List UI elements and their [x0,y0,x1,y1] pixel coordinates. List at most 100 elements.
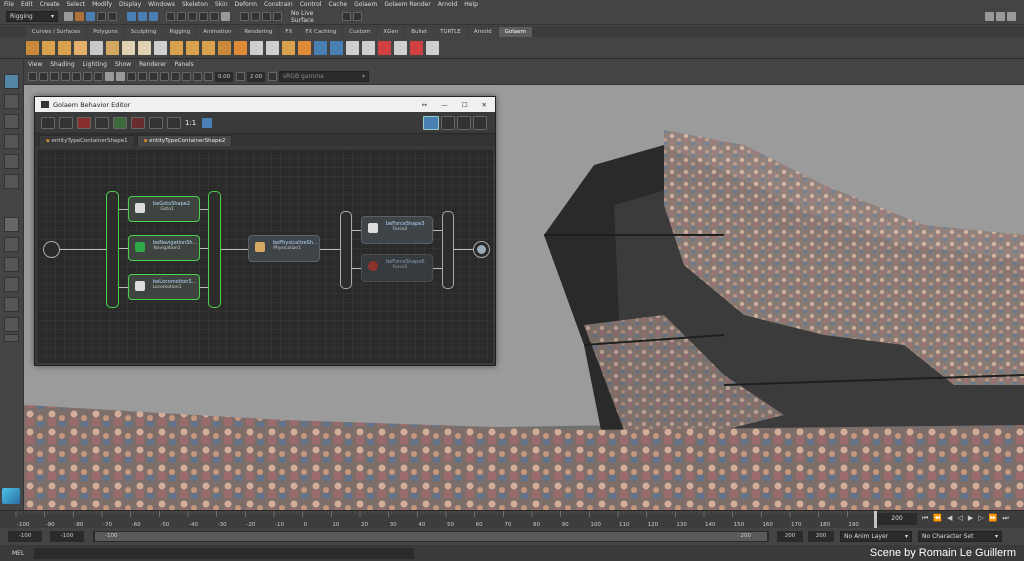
view-graph-icon[interactable] [423,115,439,130]
anti-aliasing-icon[interactable] [160,72,169,81]
frame-selected-icon[interactable] [167,116,181,129]
skeleton-icon[interactable] [122,40,135,55]
time-ruler[interactable]: -100 -90 -80 -70 -60 -50 -40 -30 -20 -10 0 10 20 30 40… [12,511,877,529]
four-pane-layout-icon[interactable] [4,237,19,252]
parallel-operator-start[interactable] [340,211,352,289]
menu-edit[interactable]: Edit [21,1,33,8]
stop-icon[interactable] [131,116,145,129]
layout-tool-icon[interactable] [218,40,231,55]
end-time-field[interactable]: 200 [808,531,834,542]
panel-menu-show[interactable]: Show [115,61,131,68]
character-icon[interactable] [346,40,359,55]
parallel-operator-end[interactable] [442,211,454,289]
shelf-tab-bullet[interactable]: Bullet [405,27,434,37]
behavior-node-navigation[interactable]: beNavigationSh... Navigation1 [128,235,200,261]
shelf-tab-polygons[interactable]: Polygons [87,27,124,37]
redo-icon[interactable] [108,12,117,21]
go-to-start-icon[interactable]: ⏮ [922,514,928,523]
maximize-icon[interactable]: ☐ [462,101,468,109]
behavior-node-force-3[interactable]: beForceShape3 Force2 [361,216,433,244]
magnet-icon[interactable] [221,12,230,21]
shelf-tab-fx[interactable]: FX [279,27,299,37]
behavior-node-goto[interactable]: beGotoShape2 Goto1 [128,196,200,222]
command-input[interactable] [34,547,415,559]
shelf-tab-sculpting[interactable]: Sculpting [124,27,163,37]
shelf-tab-rendering[interactable]: Rendering [238,27,279,37]
navmesh-icon[interactable] [74,40,87,55]
entity-type-icon[interactable] [138,40,151,55]
color-management-icon[interactable] [268,72,277,81]
view-attributes-icon[interactable] [441,115,455,130]
terrain-icon[interactable] [282,40,295,55]
layout-graph-icon[interactable] [113,116,127,129]
behavior-editor-icon[interactable] [154,40,167,55]
paint-select-icon[interactable] [4,114,19,129]
snap-surface-icon[interactable] [210,12,219,21]
step-back-key-icon[interactable]: ⏪ [933,514,942,523]
bookmarks-icon[interactable] [39,72,48,81]
graph-start-node[interactable] [43,241,60,258]
shelf-tab-turtle[interactable]: TURTLE [434,27,467,37]
behavior-editor-titlebar[interactable]: Golaem Behavior Editor ↔ — ☐ ✕ [35,97,495,112]
menu-set-dropdown[interactable]: Rigging ▾ [6,11,58,22]
snap-plane-icon[interactable] [199,12,208,21]
zoom-ratio-label[interactable]: 1:1 [185,119,196,127]
anim-start-field[interactable]: -100 [50,531,84,542]
play-forwards-icon[interactable]: ▶ [968,514,973,523]
ipr-render-icon[interactable] [251,12,260,21]
export-icon[interactable] [330,40,343,55]
character-lod-icon[interactable] [362,40,375,55]
snap-curve-icon[interactable] [177,12,186,21]
emitter-icon[interactable] [298,40,311,55]
grid-toggle-icon[interactable] [61,72,70,81]
cache-proxy-icon[interactable] [314,40,327,55]
motion-mapping-icon[interactable] [106,40,119,55]
pose-icon[interactable] [394,40,407,55]
anim-layer-dropdown[interactable]: No Anim Layer ▾ [840,531,912,542]
character-maker-icon[interactable] [90,40,103,55]
step-forward-key-icon[interactable]: ⏩ [989,514,998,523]
abc-icon[interactable] [202,117,213,128]
wireframe-icon[interactable] [94,72,103,81]
time-slider[interactable]: -100 -90 -80 -70 -60 -50 -40 -30 -20 -10 0 10 20 30 40… [0,510,1024,529]
add-transition-icon[interactable] [59,116,73,129]
behavior-node-physicalize[interactable]: bePhysicalizeSh... Physicalize1 [248,235,320,262]
lights-icon[interactable] [127,72,136,81]
view-settings-icon[interactable] [473,115,487,130]
soft-select-icon[interactable] [353,12,362,21]
select-tool-icon[interactable] [4,74,19,89]
gamma-field[interactable]: 2.00 [247,71,265,82]
side-by-side-layout-icon[interactable] [4,257,19,272]
undo-icon[interactable] [97,12,106,21]
menu-skin[interactable]: Skin [215,1,228,8]
script-language-label[interactable]: MEL [12,550,24,557]
shelf-tab-custom[interactable]: Custom [343,27,377,37]
save-scene-icon[interactable] [86,12,95,21]
crowd-visibility-icon[interactable] [266,40,279,55]
behavior-node-locomotion[interactable]: beLocomotionS... Locomotion1 [128,274,200,300]
fit-view-icon[interactable] [149,116,163,129]
xray-joints-icon[interactable] [193,72,202,81]
scale-tool-icon[interactable] [4,174,19,189]
menu-modify[interactable]: Modify [92,1,112,8]
panel-menu-view[interactable]: View [28,61,42,68]
single-pane-layout-icon[interactable] [4,217,19,232]
move-tool-icon[interactable] [4,134,19,149]
shelf-tab-fx-caching[interactable]: FX Caching [299,27,343,37]
menu-golaem[interactable]: Golaem [354,1,377,8]
shadows-icon[interactable] [138,72,147,81]
shelf-tab-animation[interactable]: Animation [197,27,238,37]
menu-skeleton[interactable]: Skeleton [182,1,208,8]
menu-select[interactable]: Select [67,1,86,8]
stop-simulation-icon[interactable] [250,40,263,55]
behavior-node-force-6[interactable]: beForceShape6 Force1 [361,254,433,282]
tab-entity-type-container-1[interactable]: ▪ entityTypeContainerShape1 [39,135,135,146]
play-simulation-icon[interactable] [234,40,247,55]
menu-deform[interactable]: Deform [235,1,257,8]
select-hierarchy-icon[interactable] [127,12,136,21]
minimize-icon[interactable]: — [441,101,448,109]
crowd-entity-icon[interactable] [26,40,39,55]
symmetry-icon[interactable] [342,12,351,21]
select-object-icon[interactable] [138,12,147,21]
retarget-icon[interactable] [426,40,439,55]
